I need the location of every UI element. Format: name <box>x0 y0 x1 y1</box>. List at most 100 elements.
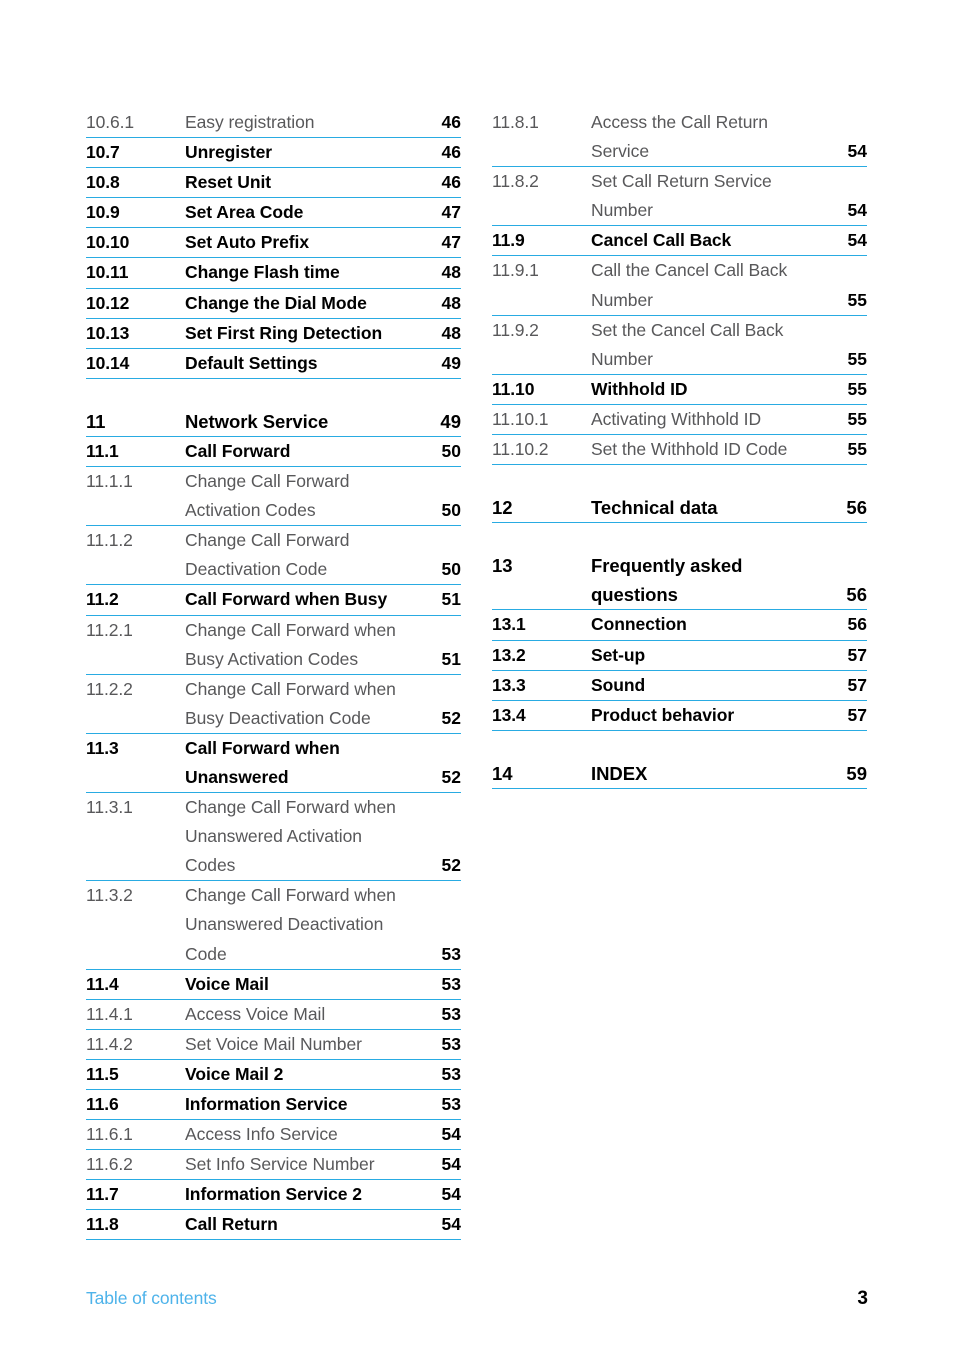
toc-entry-number: 13.2 <box>492 644 526 665</box>
toc-entry[interactable]: 11.4 Voice Mail 53 <box>86 970 461 1000</box>
toc-entry[interactable]: 11.9.2 Set the Cancel Call Back Number 55 <box>492 316 867 375</box>
toc-entry-page: 55 <box>847 408 867 429</box>
toc-entry[interactable]: 11.2.1 Change Call Forward when Busy Activ… <box>86 616 461 675</box>
toc-entry[interactable]: 11.1.2 Change Call Forward Deactivation Co… <box>86 526 461 586</box>
chapter-group-gap <box>492 465 867 493</box>
toc-entry[interactable]: 11.3.1 Change Call Forward when Unanswered… <box>86 793 461 882</box>
toc-entry-number: 11 <box>86 410 106 432</box>
toc-entry-number: 12 <box>492 497 513 519</box>
toc-entry[interactable]: 10.9 Set Area Code 47 <box>86 198 461 229</box>
toc-entry-line: 11.1 Call Forward 50 <box>86 437 461 466</box>
toc-entry-title: Sound <box>591 674 646 695</box>
toc-entry-title: Codes <box>185 855 236 876</box>
toc-entry[interactable]: 11.9 Cancel Call Back 54 <box>492 226 867 257</box>
toc-entry[interactable]: 13.4 Product behavior 57 <box>492 701 867 731</box>
toc-entry-page: 53 <box>441 1033 461 1054</box>
toc-entry-title: Activation Codes <box>185 500 316 521</box>
toc-entry[interactable]: 13 Frequently asked questions 56 <box>492 551 867 611</box>
toc-entry-line: 10.13 Set First Ring Detection 48 <box>86 319 461 348</box>
footer-page-number: 3 <box>857 1288 868 1309</box>
toc-entry-line: Busy Deactivation Code 52 <box>86 704 461 733</box>
toc-entry-page: 54 <box>441 1124 461 1145</box>
toc-entry-title: Voice Mail <box>185 973 269 994</box>
toc-entry[interactable]: 14 INDEX 59 <box>492 759 867 789</box>
toc-columns: 10.6.1 Easy registration 46 10.7 Unregister 4… <box>86 108 867 1241</box>
toc-entry-line: 11.9 Cancel Call Back 54 <box>492 226 867 255</box>
toc-entry-title: Set-up <box>591 644 646 665</box>
toc-entry[interactable]: 13.3 Sound 57 <box>492 671 867 701</box>
toc-entry-line: 10.14 Default Settings 49 <box>86 349 461 378</box>
toc-entry-title: Change Call Forward <box>185 471 350 492</box>
toc-entry-page: 56 <box>846 584 867 606</box>
toc-entry-line: 14 INDEX 59 <box>492 759 867 788</box>
toc-entry-line: 11.10 Withhold ID 55 <box>492 375 867 404</box>
toc-entry-page: 48 <box>441 292 461 313</box>
toc-entry-line: 10.6.1 Easy registration 46 <box>86 108 461 137</box>
toc-entry-line: 10.9 Set Area Code 47 <box>86 198 461 227</box>
toc-entry[interactable]: 13.2 Set-up 57 <box>492 641 867 671</box>
toc-entry-page: 57 <box>847 644 867 665</box>
toc-entry[interactable]: 11.3 Call Forward when Unanswered 52 <box>86 734 461 794</box>
toc-entry-line: 11.3.2 Change Call Forward when <box>86 881 461 910</box>
toc-entry-title: Change Call Forward when <box>185 619 396 640</box>
toc-entry-number: 11.1.2 <box>86 530 133 551</box>
toc-entry[interactable]: 11.3.2 Change Call Forward when Unanswered… <box>86 881 461 970</box>
toc-entry[interactable]: 11.6 Information Service 53 <box>86 1090 461 1121</box>
toc-entry-line: Codes 52 <box>86 851 461 880</box>
toc-entry-line: 11.10.2 Set the Withhold ID Code 55 <box>492 435 867 464</box>
toc-entry-number: 11.6.2 <box>86 1154 133 1175</box>
toc-entry-line: Service 54 <box>492 137 867 166</box>
toc-entry[interactable]: 11 Network Service 49 <box>86 407 461 437</box>
toc-entry[interactable]: 10.8 Reset Unit 46 <box>86 168 461 199</box>
toc-entry[interactable]: 11.8 Call Return 54 <box>86 1210 461 1241</box>
toc-entry[interactable]: 11.6.1 Access Info Service 54 <box>86 1120 461 1151</box>
toc-entry-page: 51 <box>441 648 461 669</box>
toc-entry-title: Change Call Forward when <box>185 678 396 699</box>
toc-entry-line: 10.10 Set Auto Prefix 47 <box>86 228 461 257</box>
toc-entry[interactable]: 10.6.1 Easy registration 46 <box>86 108 461 139</box>
toc-entry-number: 11.7 <box>86 1184 119 1205</box>
toc-entry[interactable]: 11.9.1 Call the Cancel Call Back Number 55 <box>492 256 867 316</box>
toc-entry[interactable]: 11.2.2 Change Call Forward when Busy Deact… <box>86 675 461 734</box>
toc-entry-line: 13.2 Set-up 57 <box>492 641 867 670</box>
toc-entry-page: 46 <box>441 112 461 132</box>
toc-entry[interactable]: 11.4.1 Access Voice Mail 53 <box>86 1000 461 1030</box>
toc-entry[interactable]: 12 Technical data 56 <box>492 493 867 524</box>
toc-entry[interactable]: 11.10 Withhold ID 55 <box>492 375 867 405</box>
toc-entry[interactable]: 11.4.2 Set Voice Mail Number 53 <box>86 1030 461 1060</box>
toc-entry[interactable]: 10.7 Unregister 46 <box>86 138 461 169</box>
toc-entry[interactable]: 11.8.1 Access the Call Return Service 54 <box>492 108 867 168</box>
toc-entry-title: Access Info Service <box>185 1124 338 1145</box>
toc-entry-title: Number <box>591 348 653 369</box>
toc-entry-title: Number <box>591 200 653 221</box>
toc-entry[interactable]: 10.14 Default Settings 49 <box>86 349 461 379</box>
toc-entry[interactable]: 10.11 Change Flash time 48 <box>86 258 461 289</box>
toc-entry-title: Network Service <box>185 410 329 432</box>
toc-entry-page: 51 <box>441 589 461 610</box>
toc-entry-title: Service <box>591 141 650 162</box>
toc-entry-page: 57 <box>847 704 867 725</box>
toc-entry[interactable]: 10.13 Set First Ring Detection 48 <box>86 319 461 349</box>
toc-entry[interactable]: 11.6.2 Set Info Service Number 54 <box>86 1150 461 1181</box>
toc-entry-page: 53 <box>441 1063 461 1084</box>
toc-entry-page: 46 <box>441 172 461 193</box>
toc-entry-line: Busy Activation Codes 51 <box>86 645 461 674</box>
page-footer: Table of contents 3 <box>86 1288 868 1310</box>
toc-entry[interactable]: 11.5 Voice Mail 2 53 <box>86 1060 461 1090</box>
toc-entry[interactable]: 11.1 Call Forward 50 <box>86 437 461 468</box>
toc-entry[interactable]: 11.8.2 Set Call Return Service Number 54 <box>492 167 867 227</box>
toc-entry-line: 11.4.1 Access Voice Mail 53 <box>86 1000 461 1029</box>
toc-entry[interactable]: 10.12 Change the Dial Mode 48 <box>86 289 461 319</box>
toc-page: 10.6.1 Easy registration 46 10.7 Unregister 4… <box>0 0 954 1348</box>
toc-entry[interactable]: 11.10.1 Activating Withhold ID 55 <box>492 405 867 436</box>
toc-entry-number: 11.10.2 <box>492 439 549 460</box>
toc-entry[interactable]: 13.1 Connection 56 <box>492 610 867 641</box>
toc-entry[interactable]: 11.10.2 Set the Withhold ID Code 55 <box>492 435 867 466</box>
toc-entry[interactable]: 11.1.1 Change Call Forward Activation Code… <box>86 467 461 527</box>
toc-entry-number: 14 <box>492 762 513 784</box>
toc-entry[interactable]: 11.2 Call Forward when Busy 51 <box>86 585 461 616</box>
toc-entry-line: 11.5 Voice Mail 2 53 <box>86 1060 461 1089</box>
toc-entry[interactable]: 11.7 Information Service 2 54 <box>86 1180 461 1211</box>
toc-entry-number: 10.10 <box>86 232 130 253</box>
toc-entry[interactable]: 10.10 Set Auto Prefix 47 <box>86 228 461 259</box>
